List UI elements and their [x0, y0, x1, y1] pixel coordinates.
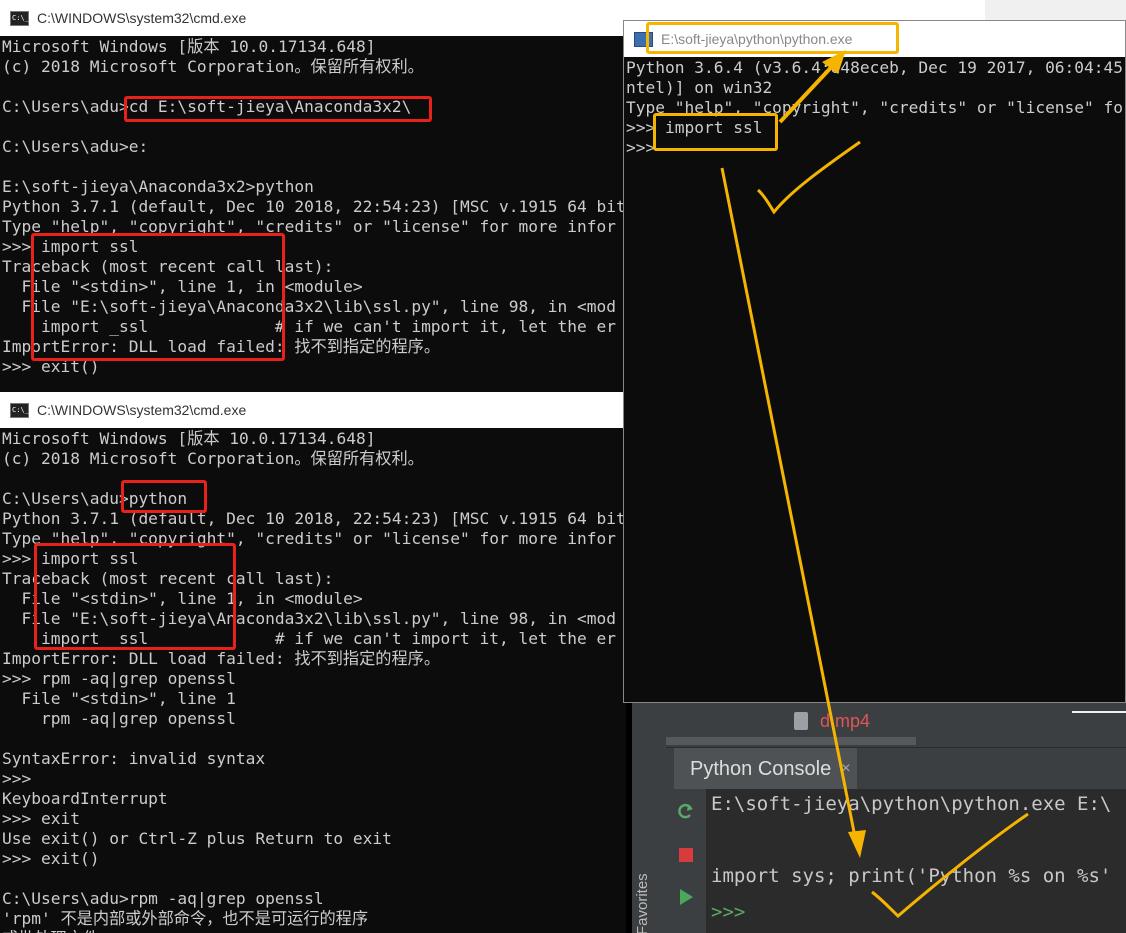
arrow-line-long: [720, 167, 858, 843]
check-mark-icon: [871, 812, 1029, 919]
arrow-line: [778, 58, 840, 124]
check-mark-icon: [756, 140, 861, 215]
arrow-head-down: [848, 830, 866, 858]
annotation-overlay: [720, 50, 1029, 919]
